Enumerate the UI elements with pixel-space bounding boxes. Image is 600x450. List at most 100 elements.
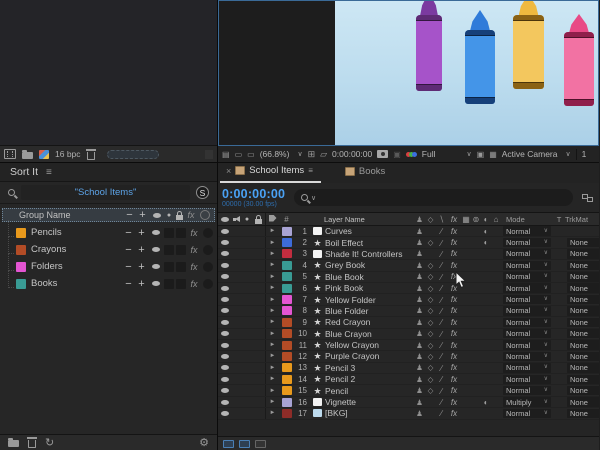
layer-name[interactable]: Red Crayon [325, 317, 414, 327]
expand-arrow-icon[interactable]: ► [266, 376, 279, 382]
fx-switch[interactable]: fx [447, 363, 461, 372]
layer-visibility-toggle[interactable] [218, 331, 232, 336]
expand-arrow-icon[interactable]: ► [266, 410, 279, 416]
mode-dropdown[interactable]: Normal∨ [503, 340, 551, 350]
layer-row[interactable]: ►12★Purple Crayon♟◇∕fxNormal∨None [218, 351, 599, 362]
quality-switch[interactable]: ∕ [436, 283, 447, 293]
mode-dropdown[interactable]: Normal∨ [503, 386, 551, 396]
add-group-button[interactable]: + [135, 261, 148, 273]
mode-column-header[interactable]: Mode [501, 215, 553, 224]
timeline-search-input[interactable]: ∨ [294, 189, 573, 206]
layer-label-color[interactable] [279, 249, 294, 258]
show-snapshot-icon[interactable]: ▣ [393, 150, 401, 159]
layer-row[interactable]: ►17[BKG]♟∕fxNormal∨None [218, 408, 599, 419]
quality-switch[interactable]: ∕ [436, 386, 447, 396]
adjustment-switch[interactable]: ◐ [481, 238, 491, 247]
t-column-header[interactable]: T [553, 215, 565, 224]
layer-visibility-toggle[interactable] [218, 365, 232, 370]
expand-arrow-icon[interactable]: ► [266, 262, 279, 268]
mode-dropdown[interactable]: Normal∨ [503, 295, 551, 305]
layer-visibility-toggle[interactable] [218, 308, 232, 313]
layer-label-color[interactable] [279, 238, 294, 247]
project-bit-depth[interactable]: 16 bpc [55, 149, 81, 159]
fx-column-icon[interactable]: fx [447, 215, 461, 224]
shy-switch[interactable]: ♟ [414, 318, 425, 327]
group-color-swatch[interactable] [16, 245, 26, 255]
layer-label-color[interactable] [279, 227, 294, 236]
layer-row[interactable]: ►16Vignette♟∕fx◐Multiply∨None [218, 397, 599, 408]
mode-dropdown[interactable]: Normal∨ [503, 409, 551, 419]
new-folder-icon[interactable] [22, 152, 33, 159]
remove-group-button[interactable]: − [122, 227, 135, 239]
visibility-toggle[interactable] [148, 281, 163, 286]
audio-column-icon[interactable] [232, 215, 242, 223]
layer-visibility-toggle[interactable] [218, 263, 232, 268]
mode-dropdown[interactable]: Normal∨ [503, 283, 551, 293]
quality-switch[interactable]: ∕ [436, 340, 447, 350]
shy-switch[interactable]: ♟ [414, 341, 425, 350]
group-row[interactable]: Pencils−+fx [0, 224, 217, 241]
collapse-switch[interactable]: ◇ [425, 329, 436, 338]
trkmat-dropdown[interactable]: None [567, 352, 599, 362]
layer-label-color[interactable] [279, 363, 294, 372]
layer-visibility-toggle[interactable] [218, 411, 232, 416]
fx-switch[interactable]: fx [447, 318, 461, 327]
adjustment-column-icon[interactable]: ◐ [481, 215, 491, 224]
adjustment-switch[interactable]: ◐ [481, 398, 491, 407]
expand-arrow-icon[interactable]: ► [266, 399, 279, 405]
expand-arrow-icon[interactable]: ► [266, 274, 279, 280]
layer-label-color[interactable] [279, 341, 294, 350]
trkmat-dropdown[interactable]: None [567, 318, 599, 328]
trkmat-dropdown[interactable]: None [567, 386, 599, 396]
layer-row[interactable]: ►7★Yellow Folder♟◇∕fxNormal∨None [218, 294, 599, 305]
layer-name[interactable]: Blue Book [325, 272, 414, 282]
fx-toggle[interactable]: fx [187, 228, 201, 238]
add-all-button[interactable]: + [136, 209, 149, 221]
interpret-footage-icon[interactable] [4, 149, 16, 159]
video-column-icon[interactable] [218, 217, 232, 222]
main-monitor-icon[interactable]: ▭ [235, 150, 243, 159]
shy-switch[interactable]: ♟ [414, 329, 425, 338]
expand-arrow-icon[interactable]: ► [266, 240, 279, 246]
fx-switch[interactable]: fx [447, 249, 461, 258]
resolution-dropdown[interactable]: Full [422, 149, 436, 159]
shy-switch[interactable]: ♟ [414, 386, 425, 395]
sort-it-logo[interactable]: S [196, 186, 209, 199]
fx-switch[interactable]: fx [447, 306, 461, 315]
viewer-timecode[interactable]: 0:00:00:00 [332, 149, 372, 159]
layer-label-color[interactable] [279, 306, 294, 315]
magnification-dropdown[interactable]: (66.8%) [260, 149, 290, 159]
fx-switch[interactable]: fx [447, 409, 461, 418]
quality-column-icon[interactable]: ∖ [436, 214, 447, 225]
mode-dropdown[interactable]: Normal∨ [503, 226, 551, 236]
frame-blend-column-icon[interactable]: ▦ [461, 215, 471, 224]
sort-search-input[interactable]: "School Items" [21, 185, 190, 200]
layer-row[interactable]: ►3Shade It! Controllers♟∕fxNormal∨None [218, 249, 599, 260]
expand-arrow-icon[interactable]: ► [266, 353, 279, 359]
layer-label-color[interactable] [279, 386, 294, 395]
3d-column-icon[interactable]: ⌂ [491, 215, 501, 224]
fx-switch[interactable]: fx [447, 295, 461, 304]
lock-column-icon[interactable] [252, 215, 265, 224]
expand-arrow-icon[interactable]: ► [266, 388, 279, 394]
fx-switch[interactable]: fx [447, 352, 461, 361]
mode-dropdown[interactable]: Normal∨ [503, 375, 551, 385]
lock-all-toggle[interactable] [174, 211, 184, 220]
trkmat-column-header[interactable]: TrkMat [565, 215, 599, 224]
layer-visibility-toggle[interactable] [218, 320, 232, 325]
add-group-button[interactable]: + [135, 278, 148, 290]
quality-switch[interactable]: ∕ [436, 249, 447, 259]
layer-row[interactable]: ►6★Pink Book♟◇∕fxNormal∨None [218, 283, 599, 294]
toggle-inout-panes-icon[interactable] [255, 440, 266, 448]
layer-row[interactable]: ►5★Blue Book♟◇∕fxNormal∨None [218, 272, 599, 283]
collapse-switch[interactable]: ◇ [425, 284, 436, 293]
shy-switch[interactable]: ♟ [414, 272, 425, 281]
fx-switch[interactable]: fx [447, 398, 461, 407]
shy-column-icon[interactable]: ♟ [414, 215, 425, 224]
layer-visibility-toggle[interactable] [218, 388, 232, 393]
layer-row[interactable]: ►10★Blue Crayon♟◇∕fxNormal∨None [218, 329, 599, 340]
folder-icon[interactable] [8, 440, 19, 447]
trkmat-dropdown[interactable]: None [567, 261, 599, 271]
mask-visibility-icon[interactable]: ▱ [320, 149, 327, 160]
mode-dropdown[interactable]: Normal∨ [503, 249, 551, 259]
